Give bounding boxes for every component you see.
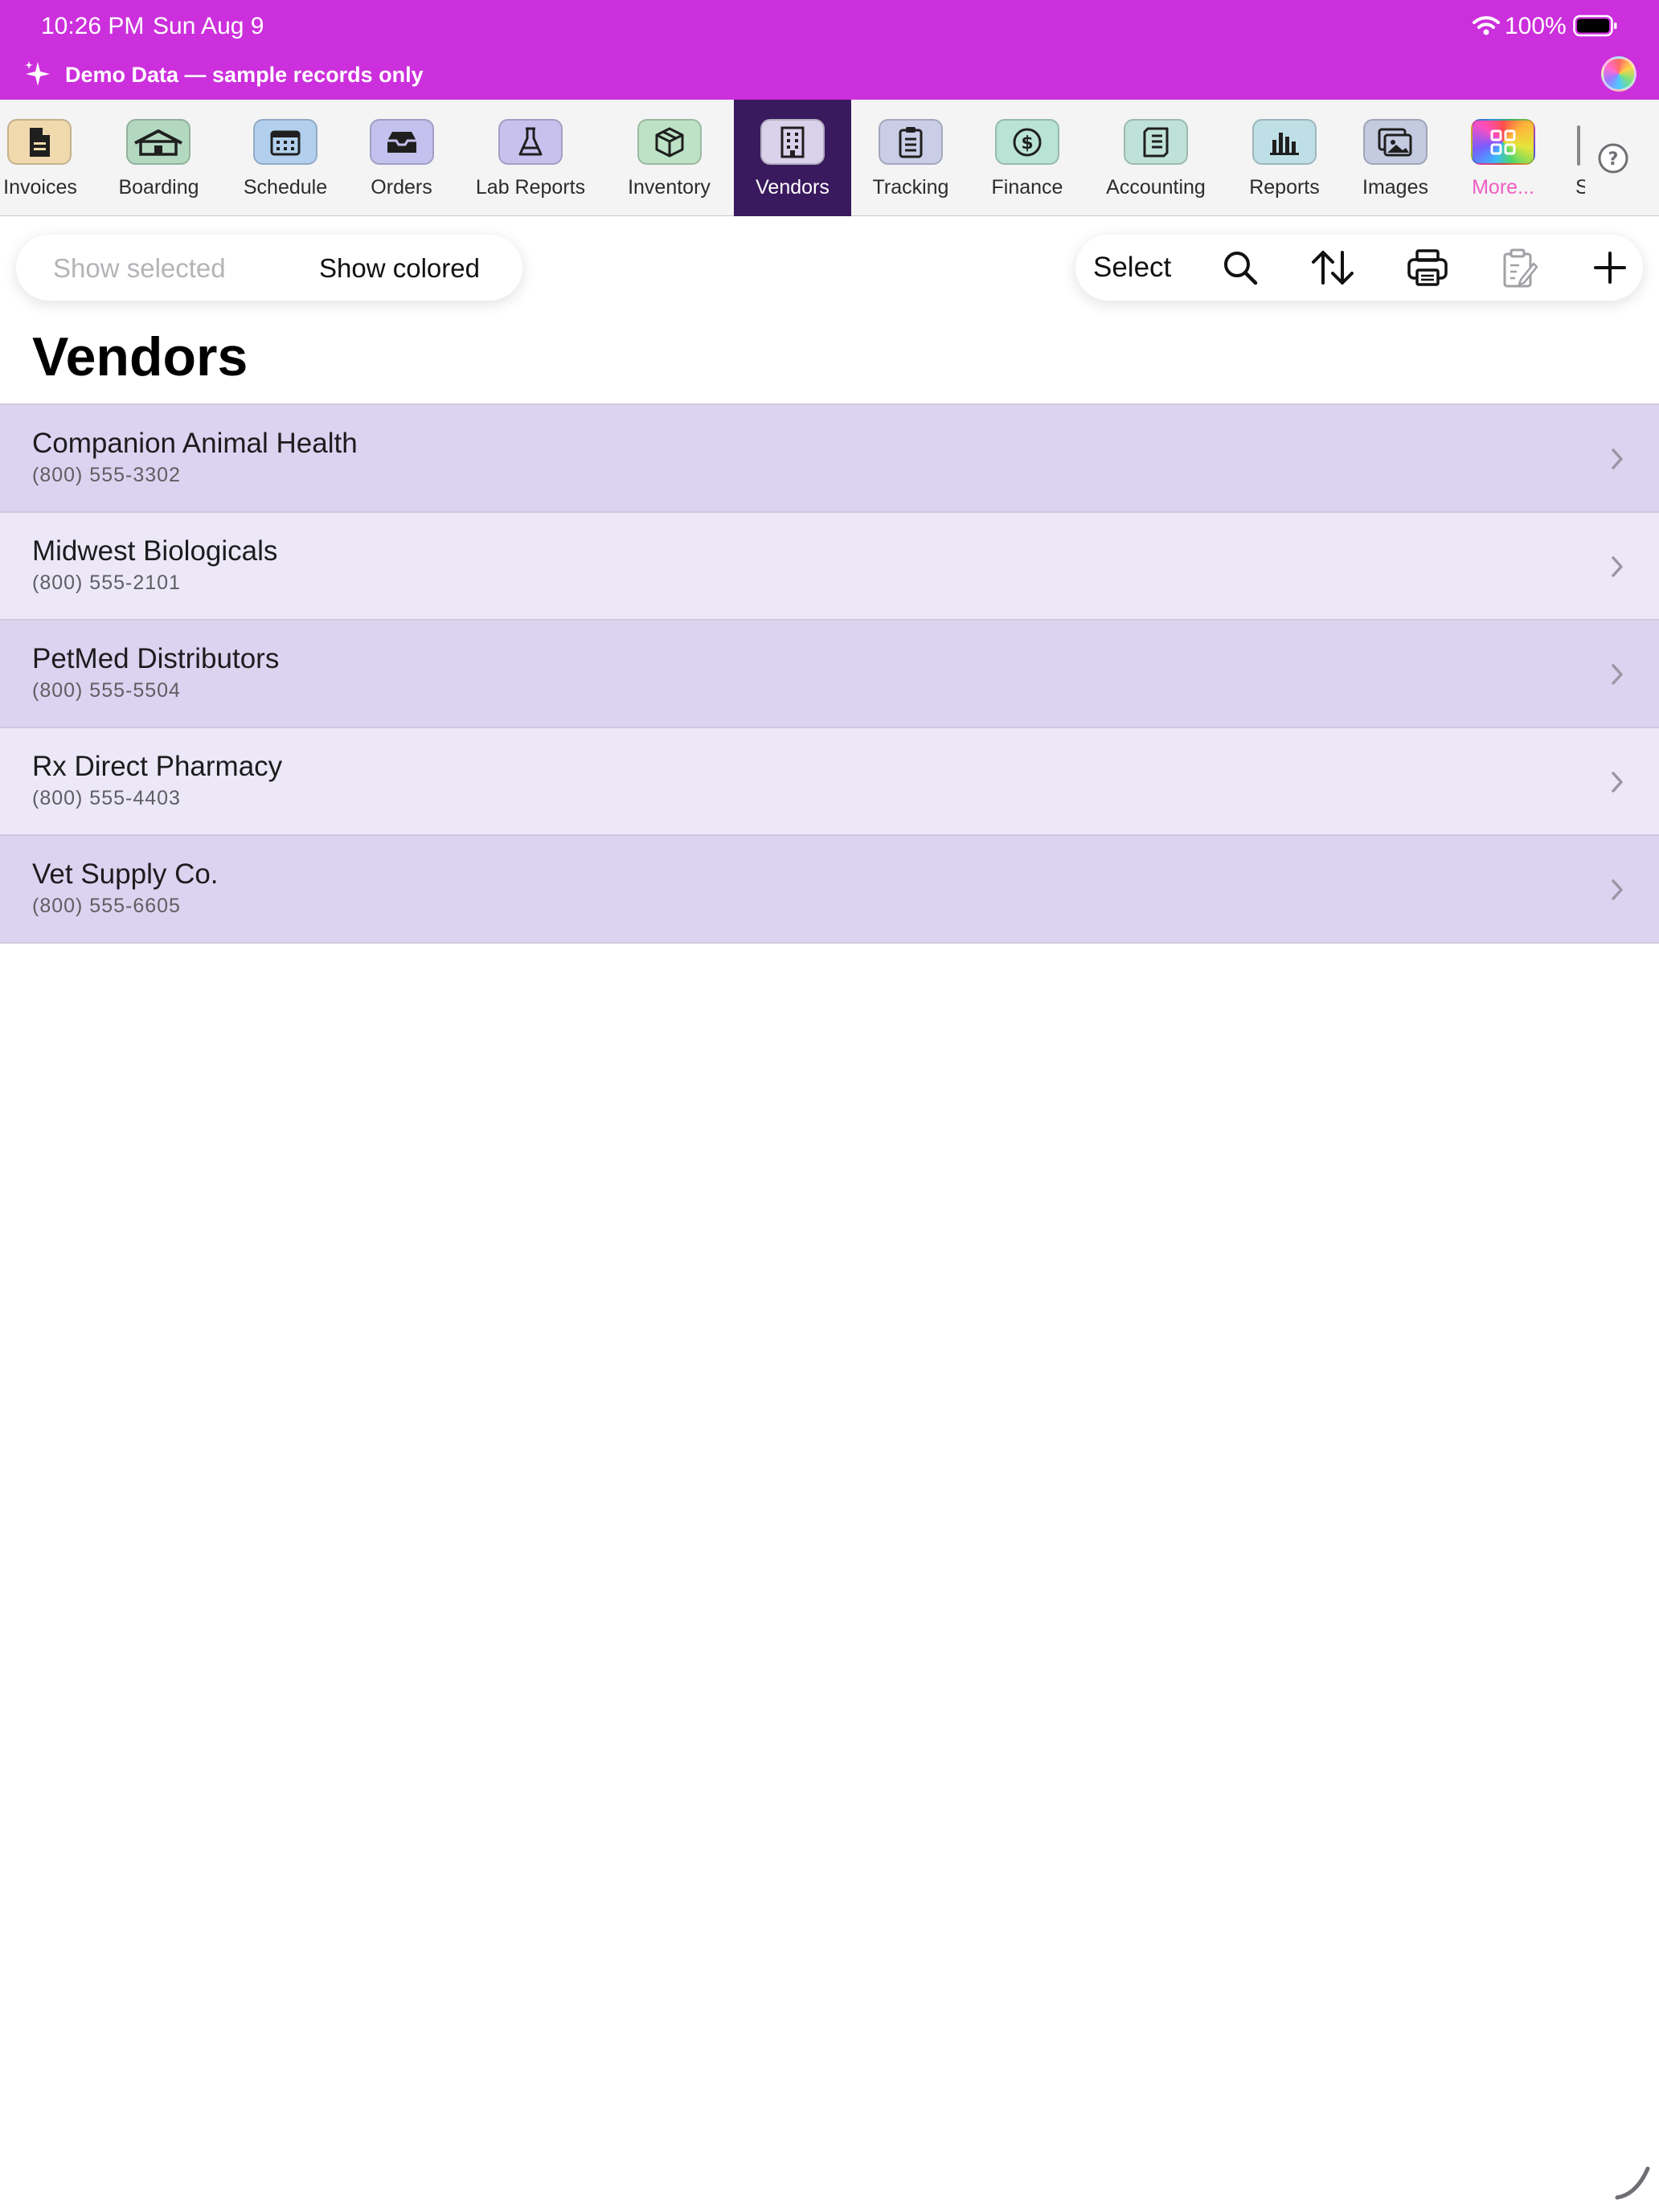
- edit-clipboard-icon[interactable]: [1501, 248, 1538, 289]
- tab-inventory[interactable]: Inventory: [623, 100, 715, 216]
- status-date: Sun Aug 9: [153, 13, 264, 39]
- vendor-name: Companion Animal Health: [32, 428, 358, 459]
- inbox-icon: [370, 119, 434, 165]
- help-icon[interactable]: ?: [1596, 141, 1630, 175]
- filter-segmented-control: Show selected Show colored: [16, 235, 522, 301]
- tab-label: Reports: [1249, 176, 1320, 199]
- show-colored-button[interactable]: Show colored: [319, 252, 480, 285]
- tab-label: Finance: [991, 176, 1063, 199]
- svg-text:$: $: [1021, 133, 1033, 154]
- vendor-row[interactable]: Midwest Biologicals (800) 555-2101: [0, 513, 1659, 621]
- search-icon[interactable]: [1220, 248, 1260, 288]
- tab-label: Vendors: [756, 176, 830, 199]
- vendor-row[interactable]: PetMed Distributors (800) 555-5504: [0, 621, 1659, 728]
- house-icon: [126, 119, 190, 165]
- vendor-phone: (800) 555-3302: [32, 464, 181, 486]
- vendor-name: Vet Supply Co.: [32, 858, 219, 890]
- vendor-row[interactable]: Rx Direct Pharmacy (800) 555-4403: [0, 728, 1659, 836]
- dollar-icon: $: [995, 119, 1059, 165]
- tab-schedule[interactable]: Schedule: [241, 100, 330, 216]
- tab-images[interactable]: Images: [1355, 100, 1436, 216]
- clipboard-icon: [879, 119, 943, 165]
- flask-icon: [498, 119, 563, 165]
- demo-data-banner: Demo Data — sample records only: [65, 63, 424, 87]
- tab-label: Accounting: [1106, 176, 1206, 199]
- battery-percentage: 100%: [1505, 13, 1567, 39]
- sort-icon[interactable]: [1309, 248, 1357, 288]
- show-selected-button[interactable]: Show selected: [53, 252, 226, 285]
- tab-overflow-label[interactable]: S: [1575, 174, 1585, 201]
- account-avatar[interactable]: [1601, 56, 1636, 92]
- vendor-row[interactable]: Vet Supply Co. (800) 555-6605: [0, 836, 1659, 944]
- tab-label: Inventory: [628, 176, 711, 199]
- action-toolbar: Select: [1075, 235, 1643, 301]
- top-banner: 10:26 PM Sun Aug 9 100% Demo Data — samp…: [0, 0, 1659, 100]
- status-time: 10:26 PM: [41, 13, 145, 39]
- photos-icon: [1363, 119, 1428, 165]
- ledger-icon: [1124, 119, 1188, 165]
- svg-text:?: ?: [1608, 150, 1619, 170]
- print-icon[interactable]: [1407, 248, 1448, 288]
- vendor-list: Companion Animal Health (800) 555-3302 M…: [0, 403, 1659, 944]
- tab-label: Images: [1362, 176, 1428, 199]
- calendar-icon: [253, 119, 317, 165]
- chevron-right-icon: [1612, 772, 1623, 793]
- vendor-name: Rx Direct Pharmacy: [32, 751, 283, 782]
- vendor-row[interactable]: Companion Animal Health (800) 555-3302: [0, 405, 1659, 513]
- chevron-right-icon: [1612, 556, 1623, 577]
- sparkle-icon: [25, 61, 50, 86]
- tab-label: Tracking: [872, 176, 949, 199]
- vendor-phone: (800) 555-2101: [32, 571, 181, 594]
- tab-label: Boarding: [118, 176, 199, 199]
- chevron-right-icon: [1612, 879, 1623, 900]
- scroll-corner-indicator: [1615, 2166, 1650, 2200]
- battery-icon: [1573, 14, 1617, 37]
- vendor-phone: (800) 555-6605: [32, 895, 181, 917]
- tab-label: Orders: [371, 176, 432, 199]
- building-icon: [760, 119, 825, 165]
- module-tab-bar: Invoices Boarding Schedule Orders Lab Re…: [0, 100, 1659, 216]
- add-icon[interactable]: [1590, 248, 1630, 288]
- tab-label: Invoices: [3, 176, 77, 199]
- tab-boarding[interactable]: Boarding: [117, 100, 201, 216]
- vendor-name: Midwest Biologicals: [32, 535, 278, 567]
- page-title: Vendors: [32, 326, 248, 387]
- chevron-right-icon: [1612, 449, 1623, 469]
- bar-chart-icon: [1252, 119, 1317, 165]
- document-icon: [7, 119, 72, 165]
- wifi-icon: [1473, 16, 1500, 35]
- tab-label: Schedule: [243, 176, 328, 199]
- vendor-phone: (800) 555-4403: [32, 787, 181, 809]
- box-icon: [637, 119, 702, 165]
- vendor-name: PetMed Distributors: [32, 643, 280, 674]
- vendor-phone: (800) 555-5504: [32, 679, 181, 702]
- tab-tracking[interactable]: Tracking: [866, 100, 955, 216]
- tab-overflow-icon: [1577, 125, 1580, 166]
- tab-more[interactable]: More...: [1463, 100, 1543, 216]
- tab-lab-reports[interactable]: Lab Reports: [470, 100, 591, 216]
- tab-label: Lab Reports: [475, 176, 586, 199]
- grid-icon: [1471, 119, 1535, 165]
- chevron-right-icon: [1612, 664, 1623, 685]
- select-button[interactable]: Select: [1093, 251, 1171, 285]
- tab-orders[interactable]: Orders: [363, 100, 440, 216]
- tab-label: More...: [1472, 176, 1534, 199]
- tab-invoices[interactable]: Invoices: [0, 100, 80, 216]
- tab-finance[interactable]: $ Finance: [987, 100, 1067, 216]
- tab-reports[interactable]: Reports: [1244, 100, 1325, 216]
- tab-vendors[interactable]: Vendors: [734, 100, 851, 216]
- tab-accounting[interactable]: Accounting: [1100, 100, 1212, 216]
